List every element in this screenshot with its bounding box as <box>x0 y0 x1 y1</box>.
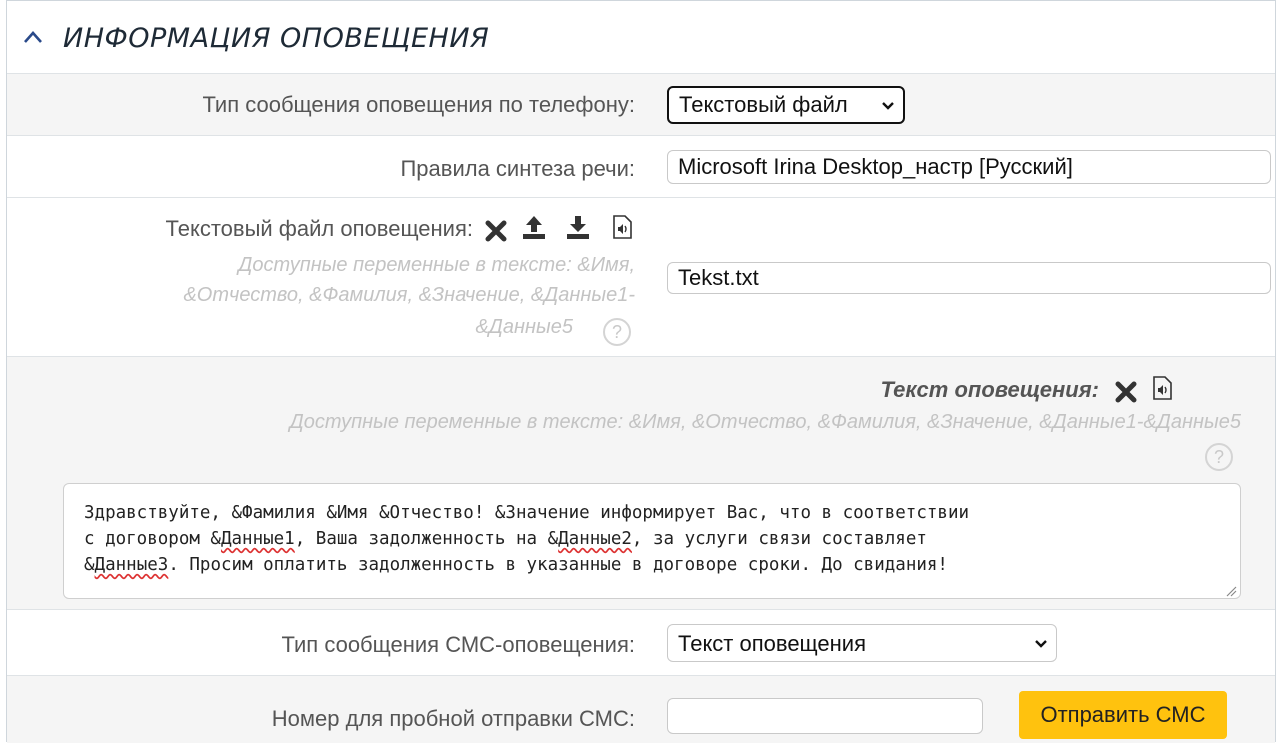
audio-file-icon[interactable] <box>1149 375 1175 401</box>
message-text-label: Текст оповещения: <box>880 377 1099 402</box>
row-message-text: Текст оповещения: Доступные переменные в… <box>7 356 1275 609</box>
text-file-vars-line3: &Данные5 <box>475 316 573 338</box>
sms-message-type-label: Тип сообщения СМС-оповещения: <box>281 632 635 657</box>
text-file-label: Текстовый файл оповещения: <box>165 216 473 241</box>
delete-icon[interactable] <box>1113 379 1139 405</box>
row-sms-test: Номер для пробной отправки СМС: Отправит… <box>7 675 1275 743</box>
text-file-vars-line2: &Отчество, &Фамилия, &Значение, &Данные1… <box>183 284 635 306</box>
chevron-down-icon <box>1035 640 1047 648</box>
sms-test-number-field[interactable] <box>667 698 983 734</box>
row-sms-message-type: Тип сообщения СМС-оповещения: Текст опов… <box>7 609 1275 675</box>
phone-message-type-select[interactable]: Текстовый файл <box>667 86 905 124</box>
chevron-down-icon <box>882 102 894 110</box>
message-line-1: Здравствуйте, &Фамилия &Имя &Отчество! &… <box>84 503 970 523</box>
delete-icon[interactable] <box>483 218 509 244</box>
row-text-file: Текстовый файл оповещения: Доступные пер… <box>7 197 1275 356</box>
text-file-field[interactable]: Tekst.txt <box>667 262 1271 294</box>
section-header[interactable]: ИНФОРМАЦИЯ ОПОВЕЩЕНИЯ <box>7 1 1275 73</box>
chevron-up-icon[interactable] <box>23 27 43 47</box>
download-icon[interactable] <box>565 214 591 240</box>
text-file-vars-line1: Доступные переменные в тексте: &Имя, <box>238 254 635 276</box>
sms-message-type-select[interactable]: Текст оповещения <box>667 624 1057 662</box>
row-phone-message-type: Тип сообщения оповещения по телефону: Те… <box>7 73 1275 135</box>
sms-test-label: Номер для пробной отправки СМС: <box>271 706 635 731</box>
resize-handle-icon[interactable] <box>1225 585 1237 597</box>
message-line-3: &Данные3. Просим оплатить задолженность … <box>84 555 948 575</box>
audio-file-icon[interactable] <box>609 214 635 240</box>
section-title: ИНФОРМАЦИЯ ОПОВЕЩЕНИЯ <box>63 23 490 54</box>
help-icon[interactable]: ? <box>603 318 631 346</box>
phone-message-type-label: Тип сообщения оповещения по телефону: <box>202 92 635 117</box>
speech-rules-field[interactable]: Microsoft Irina Desktop_настр [Русский] <box>667 150 1271 184</box>
message-text-area[interactable]: Здравствуйте, &Фамилия &Имя &Отчество! &… <box>63 483 1241 599</box>
notification-info-panel: ИНФОРМАЦИЯ ОПОВЕЩЕНИЯ Тип сообщения опов… <box>6 0 1276 743</box>
speech-rules-label: Правила синтеза речи: <box>400 156 635 181</box>
row-speech-rules: Правила синтеза речи: Microsoft Irina De… <box>7 135 1275 197</box>
message-line-2: с договором &Данные1, Ваша задолженность… <box>84 529 927 549</box>
message-text-vars: Доступные переменные в тексте: &Имя, &От… <box>289 411 1241 433</box>
help-icon[interactable]: ? <box>1205 443 1233 471</box>
phone-message-type-value: Текстовый файл <box>679 92 848 117</box>
upload-icon[interactable] <box>521 214 547 240</box>
sms-message-type-value: Текст оповещения <box>678 631 866 656</box>
send-sms-button[interactable]: Отправить СМС <box>1019 691 1227 739</box>
